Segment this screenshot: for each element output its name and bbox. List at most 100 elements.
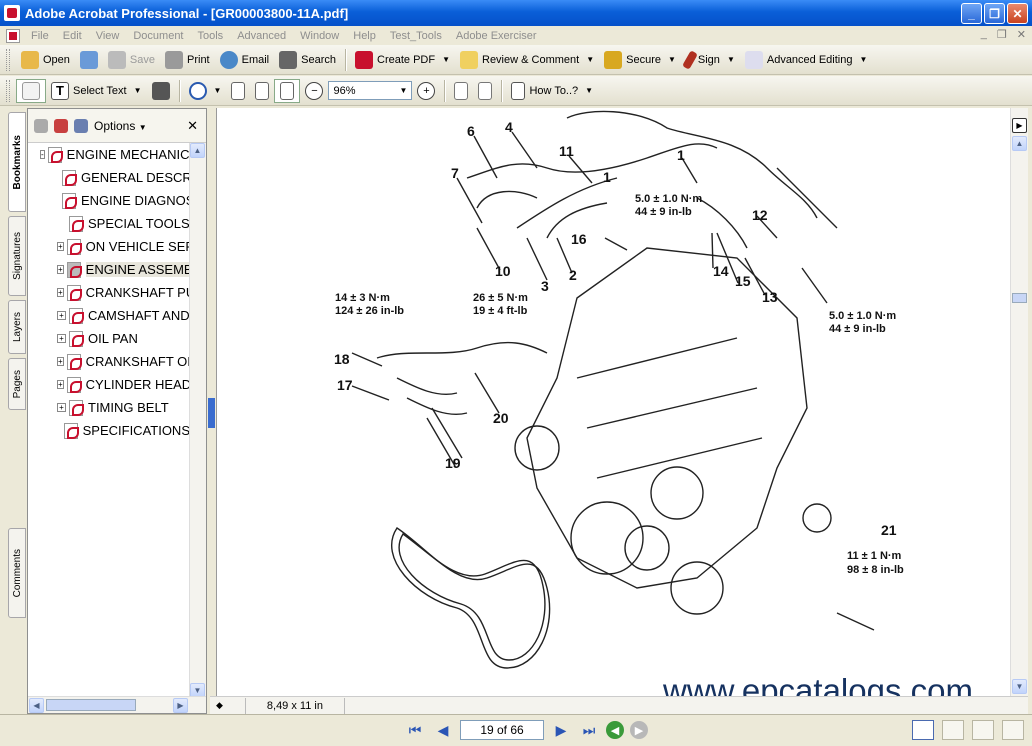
expand-icon[interactable]: + (57, 357, 64, 366)
previous-page-button[interactable]: ◀ (432, 719, 454, 741)
bookmark-item[interactable]: + TIMING BELT (28, 396, 190, 419)
go-forward-icon[interactable]: ▶ (630, 721, 648, 739)
fit-page-button[interactable] (250, 79, 274, 103)
bookmark-item[interactable]: - ENGINE MECHANICAL (28, 143, 190, 166)
expand-icon[interactable]: + (57, 311, 66, 320)
zoom-level-field[interactable]: 96% ▼ (328, 81, 413, 100)
tab-signatures[interactable]: Signatures (8, 216, 26, 296)
scroll-right-icon[interactable]: ▶ (173, 698, 188, 713)
bookmark-item[interactable]: + OIL PAN (28, 327, 190, 350)
restore-button[interactable]: ❐ (984, 3, 1005, 24)
doc-restore-button[interactable]: ❐ (997, 28, 1007, 41)
document-icon[interactable] (6, 28, 20, 43)
menu-file[interactable]: File (24, 30, 56, 42)
snapshot-button[interactable] (147, 79, 175, 103)
scroll-thumb[interactable] (1012, 293, 1027, 303)
actual-size-button[interactable] (226, 79, 250, 103)
menu-test-tools[interactable]: Test_Tools (383, 30, 449, 42)
select-text-button[interactable]: T Select Text ▼ (46, 79, 147, 103)
bookmark-item[interactable]: ENGINE DIAGNOSIS (28, 189, 190, 212)
tab-comments[interactable]: Comments (8, 528, 26, 618)
facing-view-button[interactable] (972, 720, 994, 740)
bookmarks-vertical-scrollbar[interactable]: ▲ ▼ (189, 143, 206, 698)
close-button[interactable]: ✕ (1007, 3, 1028, 24)
trash-icon[interactable] (34, 118, 48, 133)
zoom-tool-button[interactable]: ▼ (184, 79, 227, 103)
document-page[interactable]: 6 4 7 10 3 2 11 1 1 12 13 14 15 16 17 18… (217, 108, 1010, 696)
bookmark-item[interactable]: SPECIAL TOOLS (28, 212, 190, 235)
bookmark-item[interactable]: + ON VEHICLE SERVICE (28, 235, 190, 258)
collapse-icon[interactable]: - (40, 150, 45, 159)
advanced-editing-button[interactable]: Advanced Editing ▼ (740, 48, 873, 72)
toolbar-grip[interactable] (6, 79, 10, 102)
menu-document[interactable]: Document (126, 30, 190, 42)
scroll-left-icon[interactable]: ◀ (29, 698, 44, 713)
tab-layers[interactable]: Layers (8, 300, 26, 354)
menu-tools[interactable]: Tools (191, 30, 231, 42)
organizer-button[interactable] (75, 48, 103, 72)
next-page-button[interactable]: ▶ (550, 719, 572, 741)
panel-toggle-icon[interactable]: ▶ (1012, 118, 1027, 133)
scroll-down-icon[interactable]: ▼ (1012, 679, 1027, 694)
last-page-button[interactable]: ⏭ (578, 719, 600, 741)
doc-close-button[interactable]: ✕ (1017, 28, 1026, 41)
minimize-button[interactable]: _ (961, 3, 982, 24)
chevron-down-icon[interactable]: ▼ (400, 86, 412, 95)
fit-width-button[interactable] (274, 78, 301, 103)
expand-icon[interactable]: + (57, 242, 64, 251)
email-button[interactable]: Email (215, 48, 275, 72)
scroll-up-icon[interactable]: ▲ (1012, 136, 1027, 151)
bookmark-item[interactable]: SPECIFICATIONS (28, 419, 190, 442)
bookmark-item[interactable]: + CRANKSHAFT PULLEY (28, 281, 190, 304)
bookmark-options-icon[interactable] (74, 118, 88, 133)
menu-help[interactable]: Help (346, 30, 383, 42)
close-panel-button[interactable]: ✕ (187, 118, 198, 134)
toolbar-grip[interactable] (6, 48, 10, 71)
zoom-in-button[interactable]: + (412, 79, 440, 103)
create-pdf-button[interactable]: Create PDF ▼ (350, 48, 455, 72)
save-button[interactable]: Save (103, 48, 160, 72)
options-menu[interactable]: Options ▼ (94, 119, 147, 133)
how-to-button[interactable]: How To..? ▼ (506, 79, 598, 103)
continuous-view-button[interactable] (942, 720, 964, 740)
menu-advanced[interactable]: Advanced (230, 30, 293, 42)
open-button[interactable]: Open (16, 48, 75, 72)
continuous-facing-view-button[interactable] (1002, 720, 1024, 740)
menu-window[interactable]: Window (293, 30, 346, 42)
menu-view[interactable]: View (89, 30, 127, 42)
menu-adobe-exerciser[interactable]: Adobe Exerciser (449, 30, 544, 42)
expand-icon[interactable]: + (57, 265, 64, 274)
page-number-field[interactable]: 19 of 66 (460, 720, 544, 740)
splitter-handle[interactable] (208, 398, 215, 428)
document-vertical-scrollbar[interactable]: ▶ ▲ ▼ (1010, 108, 1028, 696)
go-back-icon[interactable]: ◀ (606, 721, 624, 739)
tab-bookmarks[interactable]: Bookmarks (8, 112, 26, 212)
scroll-thumb[interactable] (46, 699, 136, 711)
first-page-button[interactable]: ⏮ (404, 719, 426, 741)
sign-button[interactable]: Sign ▼ (681, 48, 740, 72)
bookmark-item[interactable]: + CAMSHAFT AND (28, 304, 190, 327)
split-handle-icon[interactable]: ◆ (216, 700, 223, 711)
hand-tool-button[interactable] (16, 78, 46, 103)
new-bookmark-icon[interactable] (54, 118, 68, 133)
expand-icon[interactable]: + (57, 288, 64, 297)
doc-minimize-button[interactable]: _ (981, 28, 987, 41)
zoom-out-button[interactable]: − (300, 79, 328, 103)
expand-icon[interactable]: + (57, 334, 66, 343)
expand-icon[interactable]: + (57, 380, 64, 389)
bookmark-item[interactable]: + CYLINDER HEAD (28, 373, 190, 396)
scroll-up-icon[interactable]: ▲ (190, 143, 205, 158)
secure-button[interactable]: Secure ▼ (599, 48, 681, 72)
single-page-view-button[interactable] (912, 720, 934, 740)
bookmark-item[interactable]: GENERAL DESCRIPTION (28, 166, 190, 189)
review-comment-button[interactable]: Review & Comment ▼ (455, 48, 599, 72)
print-button[interactable]: Print (160, 48, 215, 72)
expand-icon[interactable]: + (57, 403, 66, 412)
bookmark-item[interactable]: + CRANKSHAFT OIL SEAL (28, 350, 190, 373)
bookmarks-horizontal-scrollbar[interactable]: ◀ ▶ (28, 696, 206, 713)
menu-edit[interactable]: Edit (56, 30, 89, 42)
rotate-left-button[interactable] (449, 79, 473, 103)
search-button[interactable]: Search (274, 48, 341, 72)
rotate-right-button[interactable] (473, 79, 497, 103)
tab-pages[interactable]: Pages (8, 358, 26, 410)
